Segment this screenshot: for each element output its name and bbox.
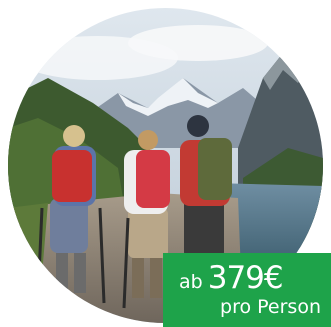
price-prefix: ab [179, 271, 203, 293]
offer-teaser[interactable]: ab 379€ pro Person [0, 0, 331, 327]
price-suffix: pro Person [220, 296, 321, 318]
price-badge[interactable]: ab 379€ pro Person [163, 253, 331, 327]
price-amount: 379€ [207, 260, 284, 296]
price-line: ab 379€ [179, 263, 323, 294]
